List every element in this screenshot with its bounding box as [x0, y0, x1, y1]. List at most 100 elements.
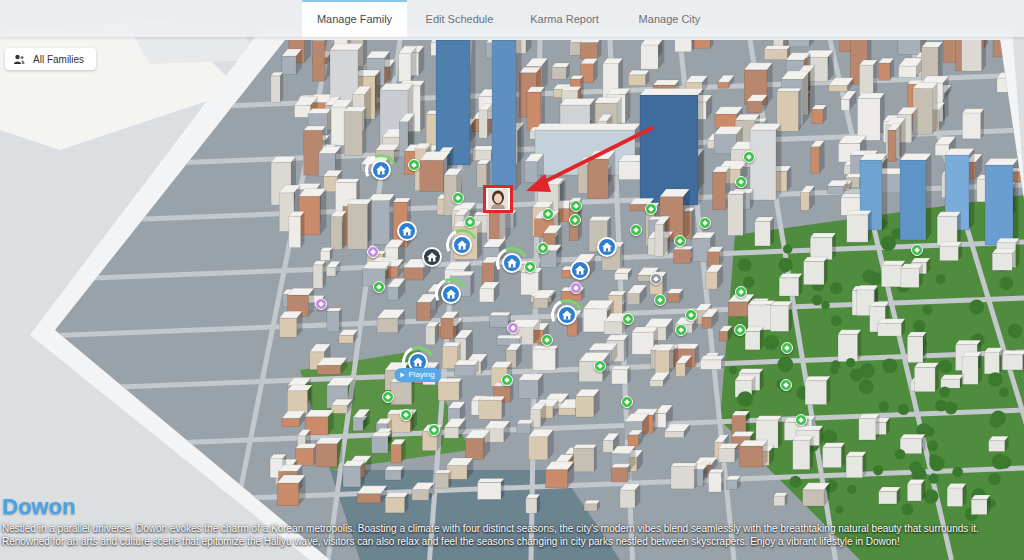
portrait-frame: [483, 185, 513, 213]
household-marker: [422, 247, 442, 267]
lot-symbol-icon: [688, 312, 694, 318]
lot-pin[interactable]: [501, 374, 513, 386]
filter-label: All Families: [33, 52, 84, 67]
lot-symbol-icon: [370, 249, 376, 255]
house-icon: [601, 241, 613, 253]
lot-symbol-icon: [624, 399, 630, 405]
lot-symbol-icon: [411, 162, 417, 168]
lot-symbol-icon: [597, 363, 603, 369]
lot-pin[interactable]: [780, 379, 792, 391]
tab[interactable]: Manage City: [617, 0, 722, 37]
lot-symbol-icon: [738, 179, 744, 185]
lot-marker: [400, 409, 412, 421]
household-pin[interactable]: Playing: [408, 352, 428, 372]
lot-marker: [621, 396, 633, 408]
lot-pin[interactable]: [645, 203, 657, 215]
venue-pin[interactable]: [367, 246, 379, 258]
lot-pin[interactable]: [781, 342, 793, 354]
lot-pin[interactable]: [373, 281, 385, 293]
lot-marker: [464, 216, 476, 228]
lot-symbol-icon: [403, 412, 409, 418]
house-icon: [375, 164, 387, 176]
lot-symbol-icon: [572, 217, 578, 223]
lot-pin[interactable]: [622, 313, 634, 325]
badge-text: Playing: [408, 369, 434, 381]
vacant-pin[interactable]: [650, 273, 662, 285]
lot-marker: [537, 242, 549, 254]
lot-marker: [685, 309, 697, 321]
lot-marker: [541, 334, 553, 346]
lot-marker: [735, 286, 747, 298]
lot-pin[interactable]: [594, 360, 606, 372]
lot-pin[interactable]: [743, 151, 755, 163]
lot-pin[interactable]: [541, 334, 553, 346]
lot-marker: [622, 313, 634, 325]
lot-symbol-icon: [455, 195, 461, 201]
household-pin[interactable]: [397, 221, 417, 241]
lot-pin[interactable]: [569, 214, 581, 226]
lot-pin[interactable]: [674, 235, 686, 247]
lot-pin[interactable]: [408, 159, 420, 171]
house-icon: [412, 356, 424, 368]
lot-pin[interactable]: [570, 200, 582, 212]
lot-pin[interactable]: [734, 324, 746, 336]
lot-marker: [501, 374, 513, 386]
lot-pin[interactable]: [537, 242, 549, 254]
lot-pin[interactable]: [654, 294, 666, 306]
household-pin[interactable]: [502, 253, 522, 273]
venue-pin[interactable]: [315, 298, 327, 310]
lot-symbol-icon: [783, 382, 789, 388]
lot-pin[interactable]: [524, 261, 536, 273]
lot-pin[interactable]: [675, 324, 687, 336]
lot-pin[interactable]: [542, 208, 554, 220]
household-pin[interactable]: [570, 260, 590, 280]
household-pin[interactable]: [597, 237, 617, 257]
lot-pin[interactable]: [621, 396, 633, 408]
lot-pin[interactable]: [428, 424, 440, 436]
lot-pin[interactable]: [630, 224, 642, 236]
household-pin[interactable]: [557, 305, 577, 325]
lot-pin[interactable]: [795, 414, 807, 426]
lot-marker: [735, 176, 747, 188]
city-info: Dowon Nestled in a parallel universe, Do…: [0, 494, 1024, 560]
lot-pin[interactable]: [464, 216, 476, 228]
tab[interactable]: Edit Schedule: [407, 0, 512, 37]
venue-pin[interactable]: [507, 322, 519, 334]
tab[interactable]: Karma Report: [512, 0, 617, 37]
family-filter-button[interactable]: All Families: [5, 48, 96, 70]
pointer-arrow-icon: [0, 0, 1024, 560]
lot-pin[interactable]: [735, 176, 747, 188]
lot-pin[interactable]: [452, 192, 464, 204]
lot-pin[interactable]: [699, 217, 711, 229]
lot-symbol-icon: [625, 316, 631, 322]
lot-marker: [373, 281, 385, 293]
lot-pin[interactable]: [735, 286, 747, 298]
household-pin[interactable]: [441, 284, 461, 304]
lot-marker: [743, 151, 755, 163]
household-pin[interactable]: [371, 160, 391, 180]
household-pin[interactable]: [452, 235, 472, 255]
lot-marker: [674, 235, 686, 247]
portrait-pin[interactable]: [483, 185, 513, 213]
venue-pin[interactable]: [570, 282, 582, 294]
household-marker: [502, 253, 522, 273]
house-icon: [426, 251, 438, 263]
lot-symbol-icon: [677, 238, 683, 244]
city-map[interactable]: [0, 0, 1024, 560]
lot-pin[interactable]: [911, 244, 923, 256]
lot-pin[interactable]: [400, 409, 412, 421]
lot-marker: [780, 379, 792, 391]
lot-pin[interactable]: [685, 309, 697, 321]
lot-symbol-icon: [633, 227, 639, 233]
city-name: Dowon: [2, 494, 1016, 520]
lot-symbol-icon: [544, 337, 550, 343]
lot-symbol-icon: [738, 289, 744, 295]
lot-pin[interactable]: [382, 391, 394, 403]
city-view: Playing Manage FamilyEdit ScheduleKarma …: [0, 0, 1024, 560]
lot-symbol-icon: [746, 154, 752, 160]
tab[interactable]: Manage Family: [302, 0, 407, 37]
lot-marker: [911, 244, 923, 256]
household-marker: [397, 221, 417, 241]
tab-bar: Manage FamilyEdit ScheduleKarma ReportMa…: [0, 0, 1024, 37]
household-pin[interactable]: [422, 247, 442, 267]
